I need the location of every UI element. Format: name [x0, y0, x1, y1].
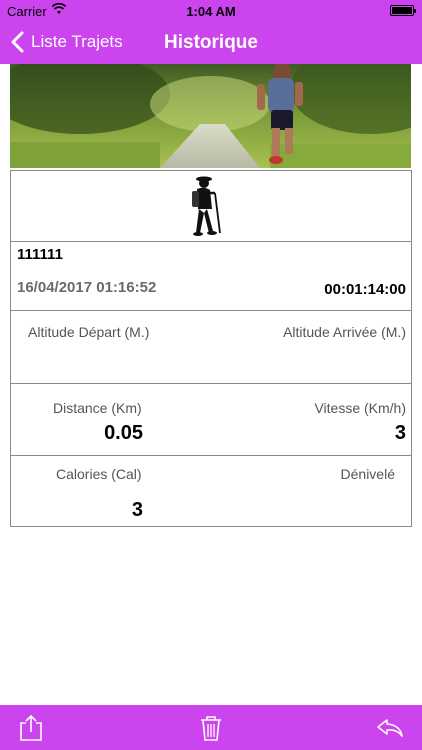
runner-photo: [10, 64, 411, 168]
activity-row: [11, 171, 411, 242]
trip-detail-card: 111111 16/04/2017 01:16:52 00:01:14:00 A…: [10, 170, 412, 527]
trip-duration: 00:01:14:00: [324, 281, 406, 298]
hero-image: [10, 64, 411, 168]
trip-datetime: 16/04/2017 01:16:52: [17, 279, 157, 296]
distance-label: Distance (Km): [53, 400, 142, 416]
page-title: Historique: [164, 32, 258, 53]
divider: [11, 455, 411, 456]
top-bar: Carrier 1:04 AM Liste Trajets Historique: [0, 0, 422, 64]
battery-icon: [390, 5, 416, 16]
altitude-start-label: Altitude Départ (M.): [28, 324, 150, 340]
speed-label: Vitesse (Km/h): [314, 400, 406, 416]
elevation-label: Dénivelé: [340, 466, 395, 482]
calories-value: 3: [131, 499, 143, 521]
status-bar: Carrier 1:04 AM: [0, 0, 422, 22]
trip-code: 111111: [17, 246, 63, 263]
divider: [11, 383, 411, 384]
share-icon[interactable]: [18, 714, 44, 742]
trash-icon[interactable]: [198, 714, 224, 742]
calories-label: Calories (Cal): [56, 466, 142, 482]
status-time: 1:04 AM: [186, 4, 236, 19]
distance-value: 0.05: [104, 422, 143, 444]
bottom-toolbar: [0, 705, 422, 750]
divider: [11, 310, 411, 311]
speed-value: 3: [394, 422, 406, 444]
navigation-bar: Liste Trajets Historique: [0, 22, 422, 64]
reply-icon[interactable]: [375, 714, 405, 742]
hiker-icon: [192, 176, 221, 236]
altitude-end-label: Altitude Arrivée (M.): [283, 324, 406, 340]
